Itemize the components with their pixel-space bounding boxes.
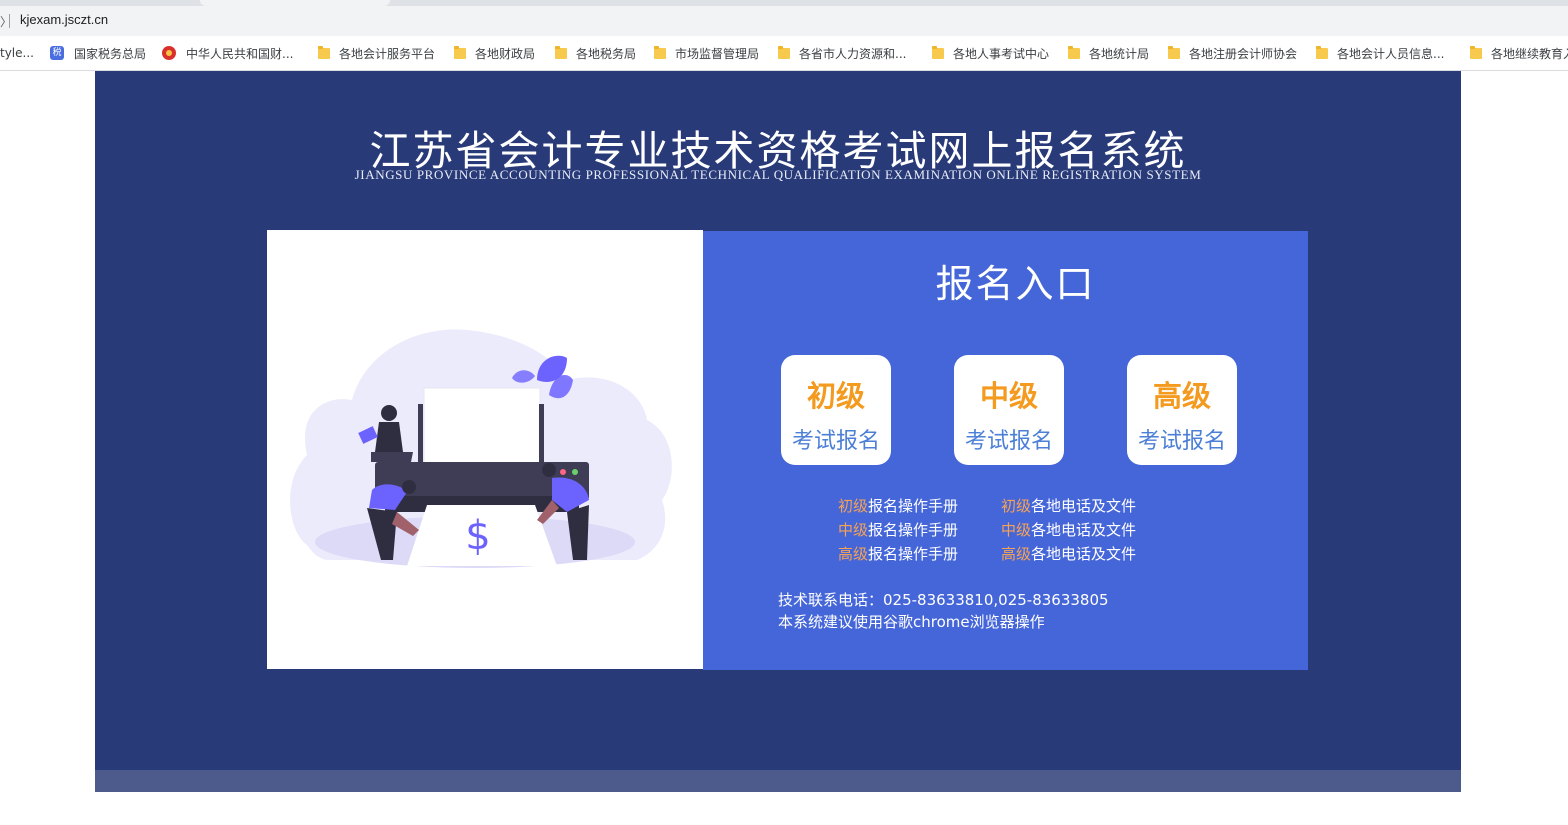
bookmark-label: 各地会计人员信息... xyxy=(1337,46,1445,61)
bookmark-label: 各地统计局 xyxy=(1089,46,1150,61)
bookmark-item[interactable]: 各地会计服务平台 xyxy=(318,45,435,61)
folder-icon xyxy=(654,45,666,59)
bookmark-item[interactable]: 市场监督管理局 xyxy=(654,45,759,61)
junior-files-link[interactable]: 初级各地电话及文件 xyxy=(1001,494,1136,518)
bookmark-label: tyle... xyxy=(0,46,34,60)
intermediate-manual-link[interactable]: 中级报名操作手册 xyxy=(838,518,958,542)
folder-icon xyxy=(1068,45,1080,59)
bookmark-item[interactable]: 各省市人力资源和... xyxy=(778,45,906,61)
manual-links: 初级报名操作手册 中级报名操作手册 高级报名操作手册 xyxy=(838,494,958,566)
folder-icon xyxy=(454,45,466,59)
bookmark-label: 市场监督管理局 xyxy=(675,46,760,61)
national-emblem-icon xyxy=(162,46,176,60)
bookmark-item[interactable]: 各地财政局 xyxy=(454,45,535,61)
folder-icon xyxy=(1470,45,1482,59)
bookmark-label: 国家税务总局 xyxy=(74,46,147,61)
senior-files-link[interactable]: 高级各地电话及文件 xyxy=(1001,542,1136,566)
bookmark-label: 各地会计服务平台 xyxy=(339,46,436,61)
address-bar[interactable]: 〉 kjexam.jsczt.cn xyxy=(0,6,1568,36)
bookmark-item[interactable]: 各地统计局 xyxy=(1068,45,1149,61)
page-subtitle: JIANGSU PROVINCE ACCOUNTING PROFESSIONAL… xyxy=(354,167,1202,182)
footer-band xyxy=(95,770,1461,792)
bookmark-item[interactable]: 中华人民共和国财... xyxy=(162,45,293,61)
bookmark-item[interactable]: tyle... xyxy=(0,45,34,61)
bookmark-item[interactable]: 各地税务局 xyxy=(555,45,636,61)
file-links: 初级各地电话及文件 中级各地电话及文件 高级各地电话及文件 xyxy=(1001,494,1136,566)
folder-icon xyxy=(932,45,944,59)
junior-registration-button[interactable]: 初级 考试报名 xyxy=(781,355,891,465)
bookmark-label: 各地人事考试中心 xyxy=(953,46,1050,61)
folder-icon xyxy=(318,45,330,59)
dollar-icon: $ xyxy=(465,513,490,559)
folder-icon xyxy=(1168,45,1180,59)
browser-recommendation: 本系统建议使用谷歌chrome浏览器操作 xyxy=(778,613,1045,631)
folder-icon xyxy=(778,45,790,59)
bookmark-item[interactable]: 各地继续教育入 xyxy=(1470,45,1568,61)
junior-manual-link[interactable]: 初级报名操作手册 xyxy=(838,494,958,518)
contact-info: 技术联系电话：025-83633810,025-83633805 本系统建议使用… xyxy=(778,589,1109,633)
bookmark-label: 中华人民共和国财... xyxy=(186,46,294,61)
button-label: 考试报名 xyxy=(791,429,880,454)
bookmark-label: 各地继续教育入 xyxy=(1491,46,1568,61)
bookmark-label: 各省市人力资源和... xyxy=(799,46,907,61)
bookmark-item[interactable]: 各地会计人员信息... xyxy=(1316,45,1444,61)
tech-support-phone: 技术联系电话：025-83633810,025-83633805 xyxy=(778,591,1109,609)
illustration-card: $ xyxy=(267,230,703,669)
button-label: 考试报名 xyxy=(1137,429,1226,454)
intermediate-registration-button[interactable]: 中级 考试报名 xyxy=(954,355,1064,465)
tax-bureau-icon: 税 xyxy=(50,46,64,60)
address-divider xyxy=(9,14,10,28)
intermediate-files-link[interactable]: 中级各地电话及文件 xyxy=(1001,518,1136,542)
button-label: 考试报名 xyxy=(964,429,1053,454)
bookmark-item[interactable]: 各地注册会计师协会 xyxy=(1168,45,1297,61)
bookmark-label: 各地税务局 xyxy=(576,46,637,61)
bookmark-item[interactable]: 各地人事考试中心 xyxy=(932,45,1049,61)
bookmarks-bar: tyle... 税 国家税务总局 中华人民共和国财... 各地会计服务平台 各地… xyxy=(0,36,1568,71)
entry-title: 报名入口 xyxy=(935,262,1096,306)
folder-icon xyxy=(1316,45,1328,59)
level-label: 初级 xyxy=(806,379,865,413)
bookmark-label: 各地财政局 xyxy=(475,46,536,61)
senior-manual-link[interactable]: 高级报名操作手册 xyxy=(838,542,958,566)
bookmark-item[interactable]: 税 国家税务总局 xyxy=(50,45,146,61)
level-label: 高级 xyxy=(1152,379,1211,413)
folder-icon xyxy=(555,45,567,59)
level-label: 中级 xyxy=(979,379,1038,413)
bookmark-label: 各地注册会计师协会 xyxy=(1189,46,1298,61)
printer-money-illustration: $ xyxy=(290,329,672,568)
url-text[interactable]: kjexam.jsczt.cn xyxy=(20,12,108,27)
registration-page: 江苏省会计专业技术资格考试网上报名系统 JIANGSU PROVINCE ACC… xyxy=(95,71,1461,792)
registration-entry-panel: 报名入口 初级 考试报名 中级 考试报名 高级 考试报名 初级报名操作手册 中级… xyxy=(703,231,1308,670)
senior-registration-button[interactable]: 高级 考试报名 xyxy=(1127,355,1237,465)
site-info-icon[interactable]: 〉 xyxy=(0,13,12,30)
